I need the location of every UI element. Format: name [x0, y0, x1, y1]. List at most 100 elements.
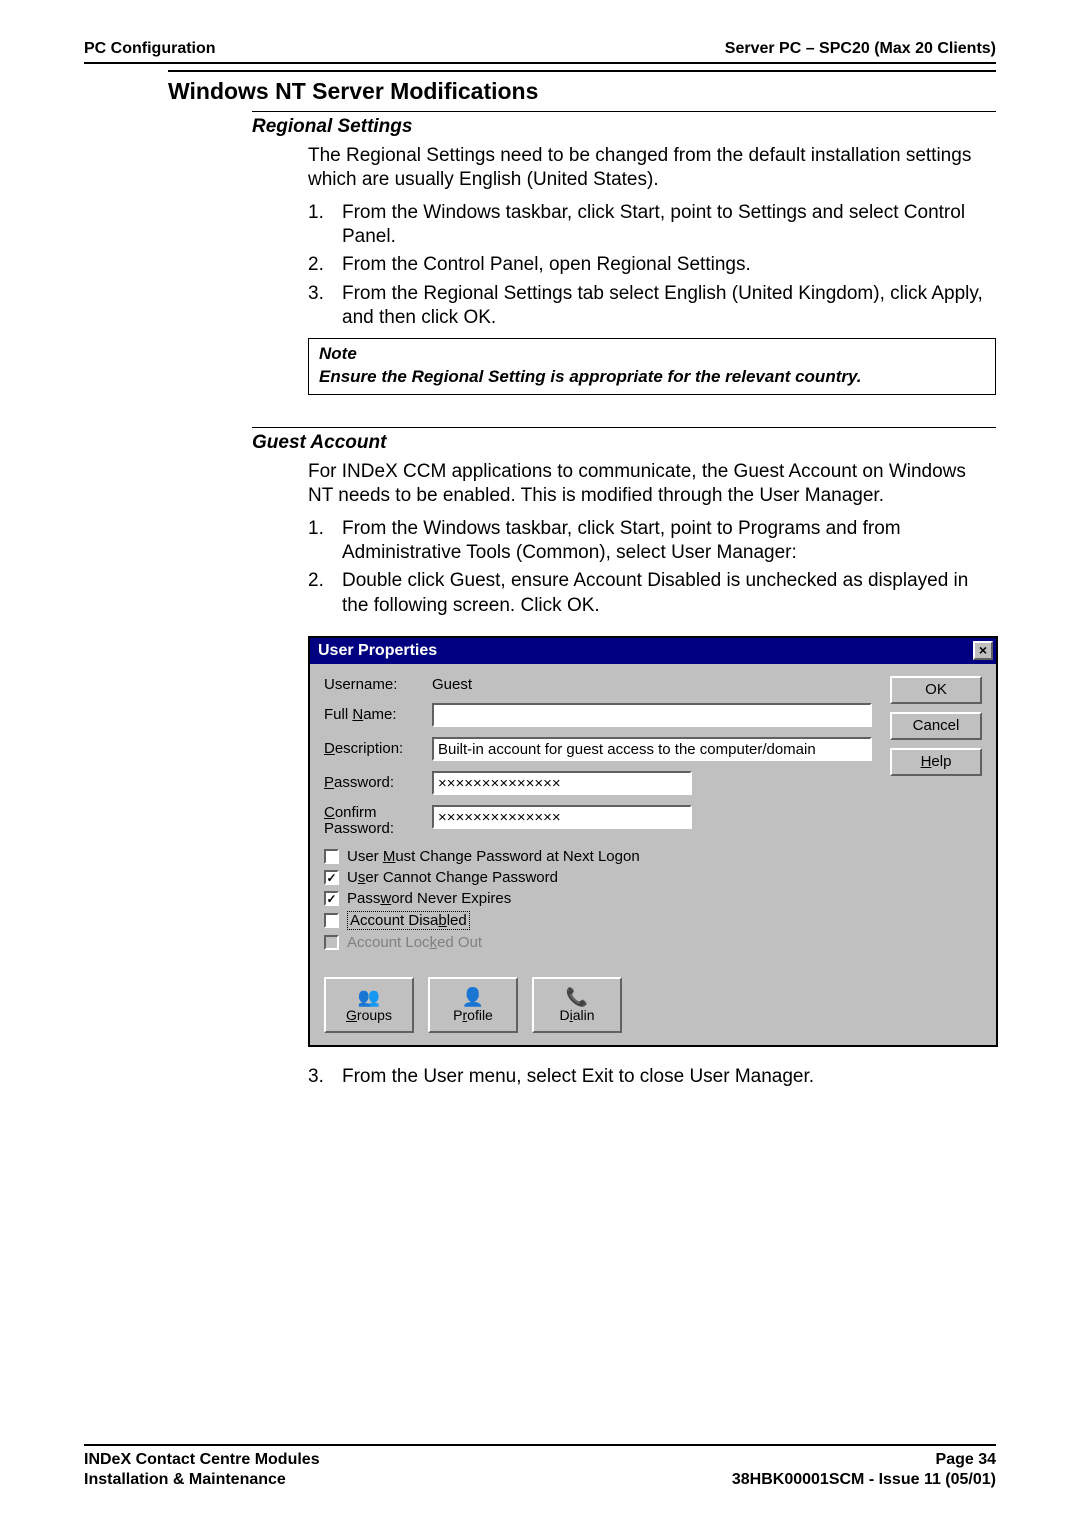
- text-underline: G: [346, 1007, 357, 1023]
- footer-rule: [84, 1444, 996, 1446]
- text-bold: User Manager: [671, 542, 791, 563]
- text-bold: English (United Kingdom): [664, 283, 879, 304]
- text-italic: OK: [567, 595, 594, 616]
- regional-rule: [252, 111, 996, 112]
- step-number: 3.: [308, 282, 342, 331]
- cb-cannot-change[interactable]: User Cannot Change Password: [324, 869, 884, 886]
- label-description: Description:: [324, 740, 432, 757]
- cb-locked-out: Account Locked Out: [324, 934, 884, 951]
- step-text: From the Regional Settings tab select En…: [342, 282, 996, 331]
- dialog-titlebar[interactable]: User Properties ×: [310, 638, 996, 664]
- guest-intro: For INDeX CCM applications to communicat…: [308, 460, 996, 509]
- footer-left: INDeX Contact Centre Modules Installatio…: [84, 1450, 320, 1490]
- text-bold: Account Disabled: [573, 570, 721, 591]
- footer-right-2: 38HBK00001SCM - Issue 11 (05/01): [732, 1470, 996, 1490]
- text-underline: b: [438, 912, 446, 929]
- checkbox-label: User Cannot Change Password: [347, 869, 558, 886]
- help-button[interactable]: Help: [890, 748, 982, 776]
- step-text: From the Windows taskbar, click Start, p…: [342, 201, 996, 250]
- description-input[interactable]: Built-in account for guest access to the…: [432, 737, 872, 761]
- guest-title: Guest Account: [252, 432, 996, 454]
- dialog-title-text: User Properties: [318, 642, 437, 660]
- button-label: Dialin: [559, 1007, 594, 1023]
- checkbox-label: User Must Change Password at Next Logon: [347, 848, 640, 865]
- page: PC Configuration Server PC – SPC20 (Max …: [0, 0, 1080, 1089]
- step-number: 1.: [308, 517, 342, 566]
- text-bold: Exit: [582, 1066, 614, 1087]
- text-part: led: [447, 912, 467, 929]
- close-button[interactable]: ×: [973, 641, 993, 660]
- cb-never-expires[interactable]: Password Never Expires: [324, 890, 884, 907]
- footer-right-1: Page 34: [732, 1450, 996, 1470]
- step-number: 2.: [308, 569, 342, 618]
- regional-title: Regional Settings: [252, 116, 996, 138]
- dialin-button[interactable]: 📞 Dialin: [532, 977, 622, 1033]
- groups-button[interactable]: 👥 Groups: [324, 977, 414, 1033]
- dialog-form: Username: Guest Full Name: Description:: [324, 676, 884, 1033]
- text-bold: Regional Settings: [597, 254, 746, 275]
- regional-step-1: 1. From the Windows taskbar, click Start…: [308, 201, 996, 250]
- text-part: :: [791, 542, 796, 563]
- text-part: .: [491, 307, 496, 328]
- checkbox-icon: [324, 935, 339, 950]
- header-rule: [84, 62, 996, 64]
- text-part: .: [594, 595, 599, 616]
- profile-icon: 👤: [462, 987, 484, 1007]
- text-underline: M: [383, 848, 396, 865]
- row-username: Username: Guest: [324, 676, 884, 693]
- cb-account-disabled[interactable]: Account Disabled: [324, 911, 884, 930]
- text-part: Double click: [342, 570, 450, 591]
- text-part: , ensure: [500, 570, 573, 591]
- dialin-icon: 📞: [566, 987, 588, 1007]
- guest-step-1: 1. From the Windows taskbar, click Start…: [308, 517, 996, 566]
- step-text: From the Control Panel, open Regional Se…: [342, 253, 996, 277]
- dialog-frame: User Properties × OK Cancel Help Usernam…: [308, 636, 998, 1047]
- text-part: , select: [516, 1066, 581, 1087]
- step-number: 3.: [308, 1065, 342, 1089]
- text-part: Pass: [347, 890, 380, 907]
- text-underline: P: [324, 774, 334, 791]
- confirm-password-input[interactable]: ××××××××××××××: [432, 805, 692, 829]
- label-password: Password:: [324, 774, 432, 791]
- checkbox-icon: [324, 913, 339, 928]
- guest-steps-cont: 3. From the User menu, select Exit to cl…: [308, 1065, 996, 1089]
- text-part: roups: [357, 1007, 392, 1023]
- cb-must-change[interactable]: User Must Change Password at Next Logon: [324, 848, 884, 865]
- header-left: PC Configuration: [84, 40, 216, 58]
- step-text: Double click Guest, ensure Account Disab…: [342, 569, 996, 618]
- row-confirm: Confirm Password: ××××××××××××××: [324, 805, 884, 838]
- text-part: ofile: [467, 1007, 493, 1023]
- text-part: elp: [931, 753, 951, 770]
- text-italic: Apply: [931, 283, 977, 304]
- password-input[interactable]: ××××××××××××××: [432, 771, 692, 795]
- step-number: 2.: [308, 253, 342, 277]
- regional-intro: The Regional Settings need to be changed…: [308, 144, 996, 193]
- text-part: From the: [342, 283, 423, 304]
- groups-icon: 👥: [358, 987, 380, 1007]
- row-password: Password: ××××××××××××××: [324, 771, 884, 795]
- text-underline: k: [430, 934, 438, 951]
- text-bold: User menu: [423, 1066, 516, 1087]
- text-part: ed Out: [437, 934, 482, 951]
- close-icon: ×: [979, 642, 987, 658]
- text-part: to close User Manager.: [613, 1066, 814, 1087]
- text-underline: w: [380, 890, 391, 907]
- fullname-input[interactable]: [432, 703, 872, 727]
- label-username: Username:: [324, 676, 432, 693]
- regional-step-2: 2. From the Control Panel, open Regional…: [308, 253, 996, 277]
- row-fullname: Full Name:: [324, 703, 884, 727]
- cancel-button[interactable]: Cancel: [890, 712, 982, 740]
- guest-step-2: 2. Double click Guest, ensure Account Di…: [308, 569, 996, 618]
- step-text: From the Windows taskbar, click Start, p…: [342, 517, 996, 566]
- text-part: From the: [342, 1066, 423, 1087]
- user-properties-dialog: User Properties × OK Cancel Help Usernam…: [308, 636, 998, 1047]
- profile-button[interactable]: 👤 Profile: [428, 977, 518, 1033]
- ok-button[interactable]: OK: [890, 676, 982, 704]
- checkbox-icon: [324, 849, 339, 864]
- dialog-bottom-buttons: 👥 Groups 👤 Profile 📞 Dialin: [324, 977, 884, 1033]
- checkbox-icon: [324, 870, 339, 885]
- text-underline: C: [324, 804, 335, 821]
- label-fullname: Full Name:: [324, 706, 432, 723]
- footer-left-1: INDeX Contact Centre Modules: [84, 1450, 320, 1470]
- footer-left-2: Installation & Maintenance: [84, 1470, 320, 1490]
